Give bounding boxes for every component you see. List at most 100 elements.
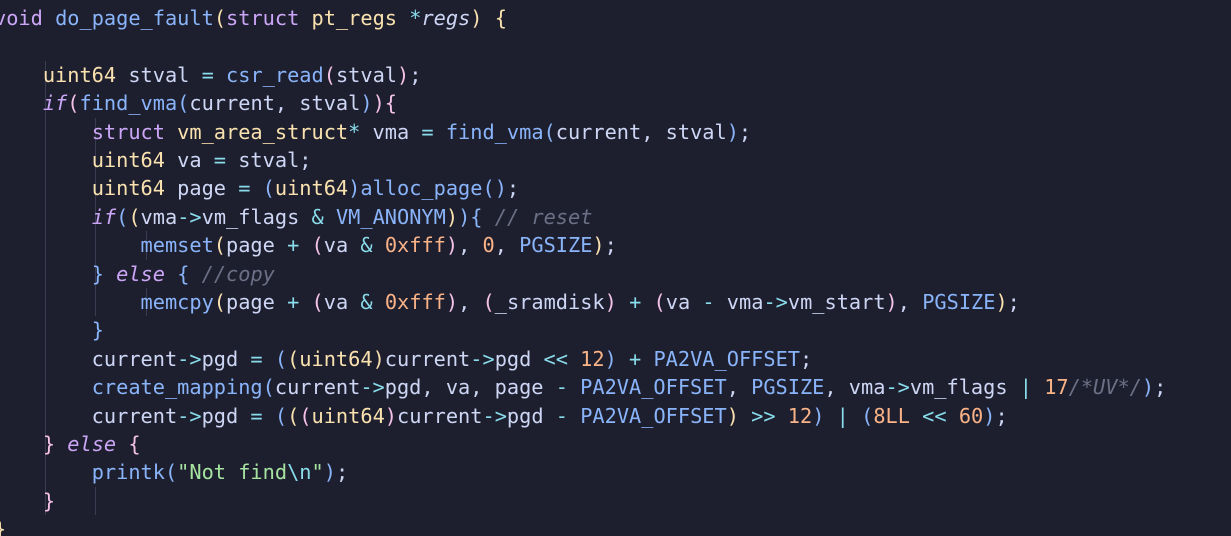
code-line[interactable]: uint64 stval = csr_read(stval); [0, 61, 422, 89]
code-line[interactable]: create_mapping(current->pgd, va, page - … [0, 373, 1167, 401]
code-token-bracket-level3: { [177, 261, 190, 286]
code-token-bracket-level2: ) [604, 290, 617, 314]
code-token-function: memset [140, 233, 214, 258]
code-line[interactable]: current->pgd = (((uint64)current->pgd - … [0, 402, 1008, 430]
code-token-bracket-level2: ) [397, 62, 410, 87]
code-token-text: ; [1007, 290, 1020, 314]
code-line[interactable]: void do_page_fault(struct pt_regs *regs)… [0, 4, 507, 32]
code-token-bracket-level1: ( [213, 290, 227, 314]
code-token-bracket-level2: ) [445, 233, 459, 258]
code-token-text: page [226, 233, 288, 258]
code-token-bracket-level1: ) [470, 6, 483, 30]
code-token-operator: + [287, 290, 300, 314]
code-token-type: uint64 [311, 403, 385, 428]
code-line[interactable]: memset(page + (va & 0xfff), 0, PGSIZE); [0, 231, 617, 259]
code-token-operator: -> [177, 346, 202, 371]
code-token-operator: * [409, 6, 422, 30]
code-token-text: va [323, 290, 361, 314]
code-token-text: pgd [494, 346, 544, 371]
code-token-bracket-level3: ( [116, 204, 129, 229]
code-token-operator: -> [470, 346, 495, 371]
code-line[interactable]: current->pgd = ((uint64)current->pgd << … [0, 345, 813, 373]
code-token-text: page [164, 176, 239, 201]
code-token-bracket-level1: { [494, 6, 507, 30]
code-line[interactable]: } [0, 515, 6, 536]
code-token-function: PGSIZE [922, 290, 996, 314]
code-token-bracket-level3: ) [458, 204, 471, 229]
code-token-bracket-level3: } [91, 318, 104, 343]
code-line[interactable]: printk("Not find\n"); [0, 458, 348, 486]
code-token-text: ; [604, 233, 617, 258]
code-token-bracket-level2: ) [445, 290, 459, 314]
code-token-bracket-level3: ( [164, 460, 178, 485]
code-token-bracket-level2: ( [299, 403, 312, 428]
code-token-function: PA2VA_OFFSET [653, 346, 800, 371]
code-token-operator: | [1019, 375, 1032, 400]
code-token-text: , [458, 233, 483, 258]
code-token-text: ; [800, 346, 813, 371]
code-token-operator: = [250, 346, 263, 371]
code-token-operator: + [629, 290, 642, 314]
code-line[interactable]: } [0, 316, 104, 344]
code-token-text: , [458, 290, 483, 314]
code-token-text: , vma [824, 375, 886, 400]
code-token-text: _sramdisk [494, 290, 605, 314]
code-line[interactable]: if(find_vma(current, stval)){ [0, 89, 397, 117]
code-line[interactable]: memcpy(page + (va & 0xfff), (_sramdisk) … [0, 288, 1020, 316]
code-token-bracket-level3: ) [983, 403, 996, 428]
code-token-text: vm_start [787, 290, 886, 314]
code-token-function: do_page_fault [55, 6, 214, 30]
code-line[interactable]: } else { //copy [0, 260, 275, 288]
code-token-text: vma [140, 204, 178, 229]
code-line[interactable]: uint64 page = (uint64)alloc_page(); [0, 174, 519, 202]
code-line[interactable]: if((vma->vm_flags & VM_ANONYM)){ // rese… [0, 203, 593, 231]
code-token-bracket-level2: ( [323, 62, 336, 87]
code-token-operator: - [555, 375, 568, 400]
code-editor[interactable]: void do_page_fault(struct pt_regs *regs)… [0, 0, 1231, 536]
code-token-bracket-level2: { [128, 432, 141, 456]
code-token-text: ; [738, 119, 752, 144]
code-token-operator: -> [177, 403, 202, 428]
code-token-text: pgd [201, 403, 251, 428]
code-line[interactable]: } [0, 487, 55, 515]
code-token-text: , [897, 290, 923, 314]
code-line[interactable]: struct vm_area_struct* vma = find_vma(cu… [0, 118, 751, 146]
code-token-comment: // reset [494, 204, 593, 229]
code-token-keyword: struct [91, 119, 165, 144]
code-token-text: , [494, 233, 520, 258]
code-token-operator: - [555, 403, 568, 428]
code-token-text: current [397, 403, 483, 428]
code-token-bracket-level1: ) [726, 403, 739, 428]
code-token-text: pgd [201, 346, 251, 371]
code-token-operator: = [238, 176, 251, 201]
code-line[interactable]: uint64 va = stval; [0, 146, 312, 174]
code-token-text: ; [409, 62, 422, 87]
code-token-operator: >> [751, 403, 776, 428]
code-token-type: vm_area_struct [177, 119, 349, 144]
code-line[interactable]: } else { [0, 430, 141, 458]
code-token-type: uint64 [91, 148, 165, 172]
code-token-bracket-level1: ( [287, 403, 300, 428]
code-token-operator: -> [177, 204, 202, 229]
code-token-bracket-level3: ) [1141, 375, 1155, 400]
code-token-text: vm_flags [201, 204, 312, 229]
code-token-param: regs [421, 6, 471, 30]
code-token-bracket-level2: } [42, 432, 56, 456]
code-token-text: stval [116, 62, 202, 87]
code-token-function: printk [91, 460, 165, 485]
code-token-bracket-level1: } [0, 517, 6, 536]
